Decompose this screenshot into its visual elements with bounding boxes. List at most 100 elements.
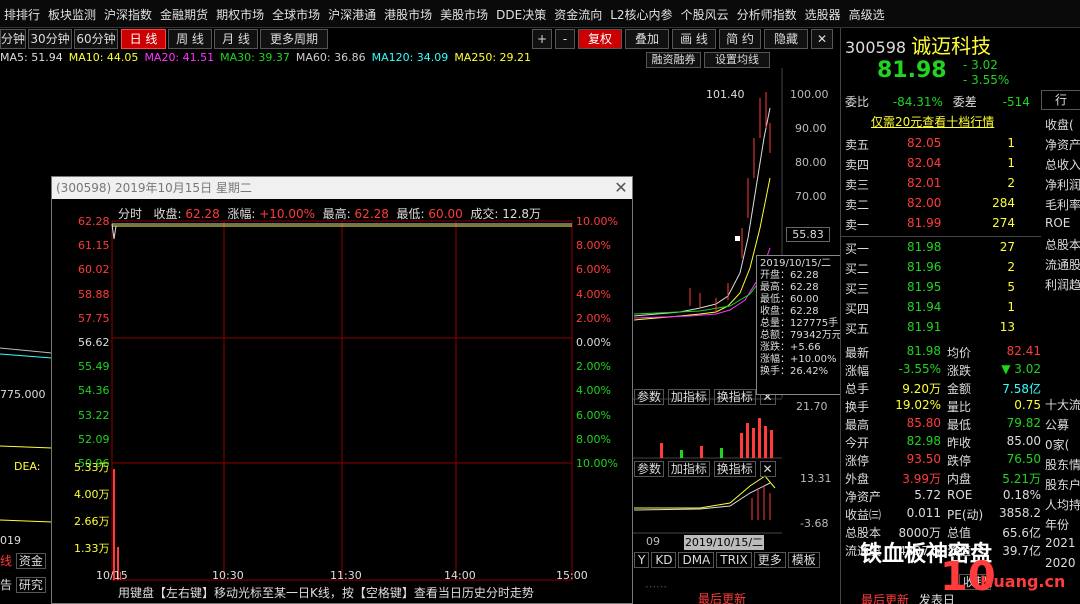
- stat-label-a: 换手: [845, 400, 870, 414]
- menu-item-4[interactable]: 期权市场: [212, 0, 268, 23]
- period-1min[interactable]: 分钟: [0, 29, 26, 49]
- tab-fund[interactable]: 资金: [15, 553, 46, 569]
- stat-value-b: 3858.2: [999, 506, 1041, 520]
- pct-tick-8: 6.00%: [576, 408, 611, 422]
- time-tick-3: 14:00: [444, 569, 476, 582]
- hide-button[interactable]: 隐藏: [764, 29, 808, 49]
- left-bottom-tabs-2: 告 研究: [0, 576, 50, 594]
- menu-item-0[interactable]: 排排行: [0, 0, 44, 23]
- params-button-2[interactable]: 参数: [634, 461, 665, 477]
- stat-value-a: -3.55%: [898, 362, 941, 376]
- change-pct: - 3.55%: [963, 73, 1010, 87]
- menu-item-5[interactable]: 全球市场: [268, 0, 324, 23]
- dea-label: DEA:: [14, 460, 41, 473]
- menu-item-3[interactable]: 金融期货: [156, 0, 212, 23]
- close-icon[interactable]: ✕: [811, 29, 833, 49]
- stat-row-9: 收益㈢ 0.011 PE(动) 3858.2: [845, 506, 1041, 525]
- indicator-tab-4[interactable]: 更多: [753, 552, 786, 568]
- menu-item-7[interactable]: 港股市场: [380, 0, 436, 23]
- menu-item-1[interactable]: 板块监测: [44, 0, 100, 23]
- zoom-out-button[interactable]: -: [555, 29, 575, 49]
- price-tick-1: 61.15: [78, 239, 110, 253]
- side-item-4: 毛利率: [1045, 198, 1080, 212]
- menu-item-15[interactable]: 高级选: [845, 0, 889, 23]
- tooltip-line-0: 2019/10/15/二: [760, 258, 832, 269]
- side-item-7: 流通股: [1045, 258, 1080, 272]
- ma-legend-3: MA30: 39.37: [220, 51, 290, 64]
- margin-trading-button[interactable]: 融资融券: [646, 52, 701, 68]
- watermark-site: Huang.cn: [980, 572, 1066, 591]
- buy-label: 买三: [845, 282, 870, 296]
- sell-label: 卖四: [845, 158, 870, 172]
- menu-item-14[interactable]: 选股器: [801, 0, 845, 23]
- menu-item-11[interactable]: L2核心内参: [606, 0, 676, 23]
- side-tab[interactable]: 行: [1041, 90, 1080, 110]
- sell-label: 卖三: [845, 178, 870, 192]
- params-button[interactable]: 参数: [634, 389, 665, 405]
- sub-toolbar-2: 参数 加指标 换指标 ✕: [634, 460, 776, 477]
- sell-row-3: 卖二 82.00 284: [845, 196, 1035, 215]
- pct-tick-0: 10.00%: [576, 215, 618, 228]
- period-30min[interactable]: 30分钟: [28, 29, 72, 49]
- stat-value-a: 85.80: [906, 416, 941, 430]
- tab-report[interactable]: 告: [0, 578, 12, 592]
- left-marker: 775.000: [0, 388, 46, 401]
- close-sub-icon-2[interactable]: ✕: [759, 461, 776, 477]
- toolbar: 分钟 30分钟 60分钟 日 线 周 线 月 线 更多周期 + - 复权 叠加 …: [0, 28, 840, 50]
- period-month[interactable]: 月 线: [214, 29, 258, 49]
- zoom-in-button[interactable]: +: [532, 29, 552, 49]
- stat-row-7: 外盘 3.99万 内盘 5.21万: [845, 470, 1041, 489]
- sell-price: 82.01: [907, 176, 942, 190]
- menu-item-9[interactable]: DDE决策: [492, 0, 550, 23]
- period-week[interactable]: 周 线: [168, 29, 212, 49]
- set-ma-button[interactable]: 设置均线: [704, 52, 770, 68]
- stat-label-b: 最低: [947, 418, 972, 432]
- stat-value-b: 85.00: [1006, 434, 1041, 448]
- menu-item-6[interactable]: 沪深港通: [324, 0, 380, 23]
- buy-price: 81.94: [907, 300, 942, 314]
- indicator-tab-2[interactable]: DMA: [678, 552, 715, 568]
- pct-tick-6: 2.00%: [576, 360, 611, 374]
- ind-axis-top: 13.31: [800, 472, 832, 485]
- menu-item-10[interactable]: 资金流向: [550, 0, 606, 23]
- menu-item-8[interactable]: 美股市场: [436, 0, 492, 23]
- overlay-button[interactable]: 叠加: [625, 29, 669, 49]
- add-indicator-button-2[interactable]: 加指标: [667, 461, 710, 477]
- last-update-left[interactable]: 最后更新: [698, 590, 746, 604]
- add-indicator-button[interactable]: 加指标: [667, 389, 710, 405]
- level2-link[interactable]: 仅需20元查看十档行情: [871, 113, 994, 130]
- menu-item-13[interactable]: 分析师指数: [733, 0, 801, 23]
- indicator-tab-1[interactable]: KD: [651, 552, 677, 568]
- adjust-button[interactable]: 复权: [578, 29, 622, 49]
- simple-button[interactable]: 简 约: [719, 29, 761, 49]
- menu-item-12[interactable]: 个股风云: [677, 0, 733, 23]
- sell-label: 卖一: [845, 218, 870, 232]
- stat-label-b: 涨跌: [947, 364, 972, 378]
- indicator-tab-3[interactable]: TRIX: [716, 552, 752, 568]
- price-axis-70: 70.00: [795, 190, 827, 203]
- buy-row-1: 买二 81.96 2: [845, 260, 1035, 279]
- side-item-1: 净资产: [1045, 138, 1080, 152]
- stat-label-b: 昨收: [947, 436, 972, 450]
- ticks-tab-left[interactable]: ⋯⋯: [645, 580, 667, 593]
- stat-row-3: 换手 19.02% 量比 0.75: [845, 398, 1041, 417]
- stat-label-a: 今开: [845, 436, 870, 450]
- period-day[interactable]: 日 线: [121, 29, 166, 49]
- tab-research[interactable]: 研究: [15, 577, 46, 593]
- draw-button[interactable]: 画 线: [672, 29, 716, 49]
- stat-row-8: 净资产 5.72 ROE 0.18%: [845, 488, 1041, 507]
- switch-indicator-button[interactable]: 换指标: [713, 389, 756, 405]
- change-value: - 3.02: [963, 58, 998, 72]
- buy-vol: 2: [1007, 260, 1015, 274]
- menu-item-2[interactable]: 沪深指数: [100, 0, 156, 23]
- period-60min[interactable]: 60分钟: [74, 29, 118, 49]
- switch-indicator-button-2[interactable]: 换指标: [713, 461, 756, 477]
- side-item-15: 公募: [1045, 418, 1070, 432]
- tab-line[interactable]: 线: [0, 554, 12, 568]
- indicator-tab-5[interactable]: 模板: [787, 552, 820, 568]
- stat-row-1: 涨幅 -3.55% 涨跌 ▼ 3.02: [845, 362, 1041, 381]
- stat-label-b: 量比: [947, 400, 972, 414]
- period-more-dropdown[interactable]: 更多周期: [260, 29, 328, 49]
- indicator-tab-0[interactable]: Y: [634, 552, 650, 568]
- vol-tick-2: 2.66万: [74, 515, 110, 528]
